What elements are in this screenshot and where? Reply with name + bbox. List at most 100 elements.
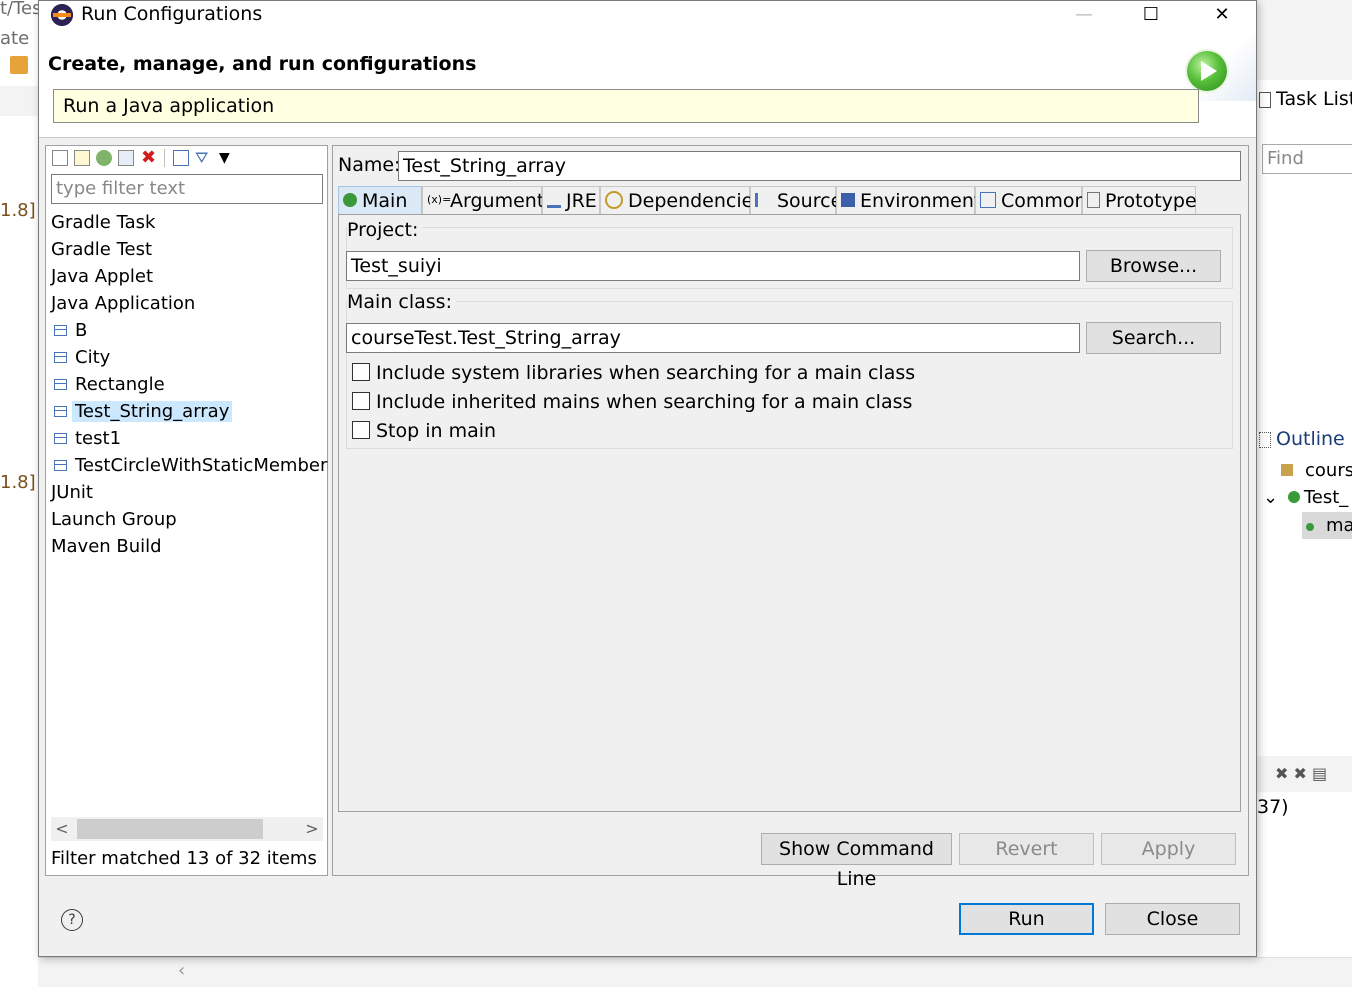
scrollbar-thumb[interactable] bbox=[77, 819, 263, 839]
java-class-icon bbox=[54, 459, 67, 471]
revert-button[interactable]: Revert bbox=[959, 833, 1094, 865]
background-fragment: 1.8] bbox=[0, 472, 36, 493]
java-class-icon bbox=[54, 405, 67, 417]
new-configuration-icon[interactable] bbox=[52, 150, 68, 166]
show-command-line-button[interactable]: Show Command Line bbox=[761, 833, 952, 890]
tree-configuration[interactable]: Test_String_array bbox=[54, 398, 233, 425]
eclipse-icon bbox=[51, 4, 73, 26]
class-icon bbox=[1287, 491, 1300, 503]
apply-button[interactable]: Apply bbox=[1101, 833, 1236, 865]
header-title: Create, manage, and run configurations bbox=[48, 53, 477, 75]
package-icon bbox=[10, 56, 28, 74]
outline-item[interactable]: ma bbox=[1302, 512, 1352, 539]
task-find-input[interactable]: Find bbox=[1262, 144, 1352, 174]
outline-icon bbox=[1259, 431, 1271, 448]
arguments-tab-icon: (x)= bbox=[427, 192, 452, 206]
tree-configuration[interactable]: B bbox=[54, 317, 87, 344]
export-icon[interactable] bbox=[96, 150, 112, 166]
tree-item-label: Maven Build bbox=[51, 536, 162, 557]
environment-tab-icon bbox=[841, 192, 855, 207]
console-fragment: 37) bbox=[1257, 796, 1289, 818]
tab-dependencies[interactable]: Dependencies bbox=[600, 186, 763, 214]
include-system-libraries-checkbox[interactable]: Include system libraries when searching … bbox=[352, 361, 915, 385]
checkbox-box[interactable] bbox=[352, 391, 370, 410]
header-message: Run a Java application bbox=[53, 89, 1199, 123]
configurations-pane: ✖ ⛛ ▼ type filter text Gradle Task Gradle… bbox=[45, 145, 328, 876]
include-inherited-mains-checkbox[interactable]: Include inherited mains when searching f… bbox=[352, 390, 912, 414]
new-prototype-icon[interactable] bbox=[74, 150, 90, 166]
checkbox-box[interactable] bbox=[352, 362, 370, 381]
filter-status: Filter matched 13 of 32 items bbox=[51, 848, 317, 869]
tab-jre[interactable]: JRE bbox=[542, 186, 600, 214]
scroll-left-icon: ‹ bbox=[178, 960, 186, 981]
java-class-icon bbox=[54, 324, 67, 336]
run-configurations-dialog: Run Configurations — ☐ ✕ Create, manage,… bbox=[38, 0, 1257, 957]
close-button[interactable]: Close bbox=[1105, 903, 1240, 935]
dialog-header: Create, manage, and run configurations R… bbox=[39, 31, 1256, 138]
collapse-all-icon[interactable] bbox=[173, 150, 189, 166]
tree-item-label: City bbox=[75, 347, 111, 368]
close-window-button[interactable]: ✕ bbox=[1199, 1, 1245, 31]
tree-item-label: Launch Group bbox=[51, 509, 177, 530]
tree-configuration[interactable]: test1 bbox=[54, 425, 121, 452]
tree-configuration[interactable]: TestCircleWithStaticMember bbox=[54, 452, 327, 479]
tab-source[interactable]: Source bbox=[750, 186, 842, 214]
tab-prototype[interactable]: Prototype bbox=[1082, 186, 1197, 214]
filter-icon[interactable]: ⛛ bbox=[195, 150, 211, 166]
console-toolbar: ✖ ✖ ▤ bbox=[1275, 764, 1328, 783]
tab-arguments[interactable]: (x)=Arguments bbox=[422, 186, 554, 214]
outline-item[interactable]: cours bbox=[1281, 460, 1352, 481]
run-button[interactable]: Run bbox=[959, 903, 1094, 935]
delete-icon[interactable]: ✖ bbox=[141, 149, 157, 167]
search-button[interactable]: Search... bbox=[1086, 322, 1221, 354]
tab-main[interactable]: Main bbox=[338, 186, 422, 214]
jre-tab-icon bbox=[547, 191, 561, 208]
tree-category[interactable]: Java Applet bbox=[51, 263, 153, 290]
name-field[interactable]: Test_String_array bbox=[398, 151, 1241, 181]
minimize-button[interactable]: — bbox=[1061, 1, 1107, 31]
scroll-left-icon[interactable]: < bbox=[51, 817, 73, 841]
tree-category[interactable]: Maven Build bbox=[51, 533, 162, 560]
task-list-panel: Task List Find bbox=[1257, 80, 1352, 420]
checkbox-box[interactable] bbox=[352, 420, 370, 439]
main-class-label: Main class: bbox=[347, 291, 456, 313]
main-tab-content: Project: Test_suiyi Browse... Main class… bbox=[338, 214, 1241, 812]
java-class-icon bbox=[54, 432, 67, 444]
view-menu-icon[interactable]: ▼ bbox=[219, 150, 235, 166]
background-statusbar: ‹ bbox=[38, 957, 1352, 987]
stop-in-main-checkbox[interactable]: Stop in main bbox=[352, 419, 496, 443]
project-field[interactable]: Test_suiyi bbox=[346, 251, 1080, 281]
maximize-button[interactable]: ☐ bbox=[1128, 1, 1174, 31]
dialog-title: Run Configurations bbox=[81, 3, 263, 25]
name-label: Name: bbox=[338, 154, 401, 176]
tab-environment[interactable]: Environment bbox=[836, 186, 981, 214]
tree-category[interactable]: JUnit bbox=[51, 479, 93, 506]
help-icon[interactable]: ? bbox=[61, 909, 83, 931]
horizontal-scrollbar[interactable]: < > bbox=[51, 817, 323, 841]
tree-category[interactable]: Gradle Task bbox=[51, 209, 155, 236]
chevron-down-icon: ⌄ bbox=[1263, 487, 1279, 508]
background-fragment: 1.8] bbox=[0, 200, 36, 221]
method-icon bbox=[1306, 523, 1314, 531]
duplicate-icon[interactable] bbox=[118, 150, 134, 166]
tab-common[interactable]: Common bbox=[975, 186, 1087, 214]
tree-item-label: Java Application bbox=[51, 293, 196, 314]
outline-panel: Outline cours ⌄ Test_ ma bbox=[1257, 420, 1352, 756]
dependencies-tab-icon bbox=[605, 190, 623, 209]
tree-item-label: Test_String_array bbox=[72, 401, 233, 422]
tree-configuration[interactable]: Rectangle bbox=[54, 371, 165, 398]
tree-category[interactable]: Launch Group bbox=[51, 506, 177, 533]
tree-category[interactable]: Gradle Test bbox=[51, 236, 152, 263]
scroll-right-icon[interactable]: > bbox=[301, 817, 323, 841]
tree-configuration[interactable]: City bbox=[54, 344, 110, 371]
toolbar-separator bbox=[164, 149, 165, 167]
common-tab-icon bbox=[980, 191, 996, 208]
background-editor-gutter: t/Tes ate 1.8] 1.8] bbox=[0, 0, 42, 986]
filter-input[interactable]: type filter text bbox=[51, 174, 323, 204]
package-icon bbox=[1281, 464, 1293, 476]
main-class-field[interactable]: courseTest.Test_String_array bbox=[346, 323, 1080, 353]
outline-item[interactable]: ⌄ Test_ bbox=[1263, 487, 1348, 508]
browse-button[interactable]: Browse... bbox=[1086, 250, 1221, 282]
task-list-title: Task List bbox=[1276, 88, 1352, 110]
tree-category[interactable]: Java Application bbox=[51, 290, 195, 317]
